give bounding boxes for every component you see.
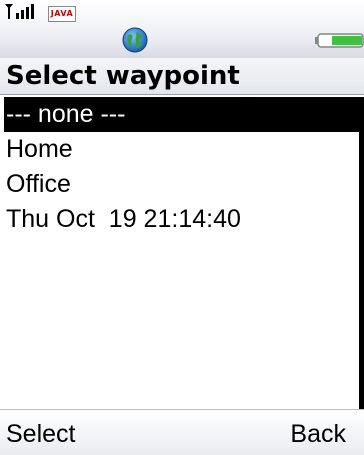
list-item[interactable]: Home	[0, 132, 359, 167]
page-title: Select waypoint	[6, 61, 240, 91]
java-icon: JAVA	[48, 6, 76, 22]
battery-icon	[315, 33, 364, 48]
title-bar: Select waypoint	[0, 58, 364, 95]
focus-indicator	[0, 97, 4, 132]
phone-screen: JAVA Select waypoint --- none --- Home O…	[0, 0, 364, 455]
list-item[interactable]: --- none ---	[0, 97, 359, 132]
list-item-label: Office	[6, 170, 71, 198]
select-softkey[interactable]: Select	[6, 416, 75, 452]
globe-icon	[122, 27, 148, 53]
list-item-label: --- none ---	[6, 100, 126, 128]
softkey-bar: Select Back	[0, 409, 364, 455]
list-item[interactable]: Thu Oct 19 21:14:40	[0, 202, 359, 237]
list-item-label: Home	[6, 135, 73, 163]
waypoint-list: --- none --- Home Office Thu Oct 19 21:1…	[0, 97, 364, 409]
list-item[interactable]: Office	[0, 167, 359, 202]
status-bar: JAVA	[0, 0, 364, 58]
list-item-label: Thu Oct 19 21:14:40	[6, 205, 241, 233]
back-softkey[interactable]: Back	[290, 416, 346, 452]
signal-strength-icon	[5, 4, 34, 19]
